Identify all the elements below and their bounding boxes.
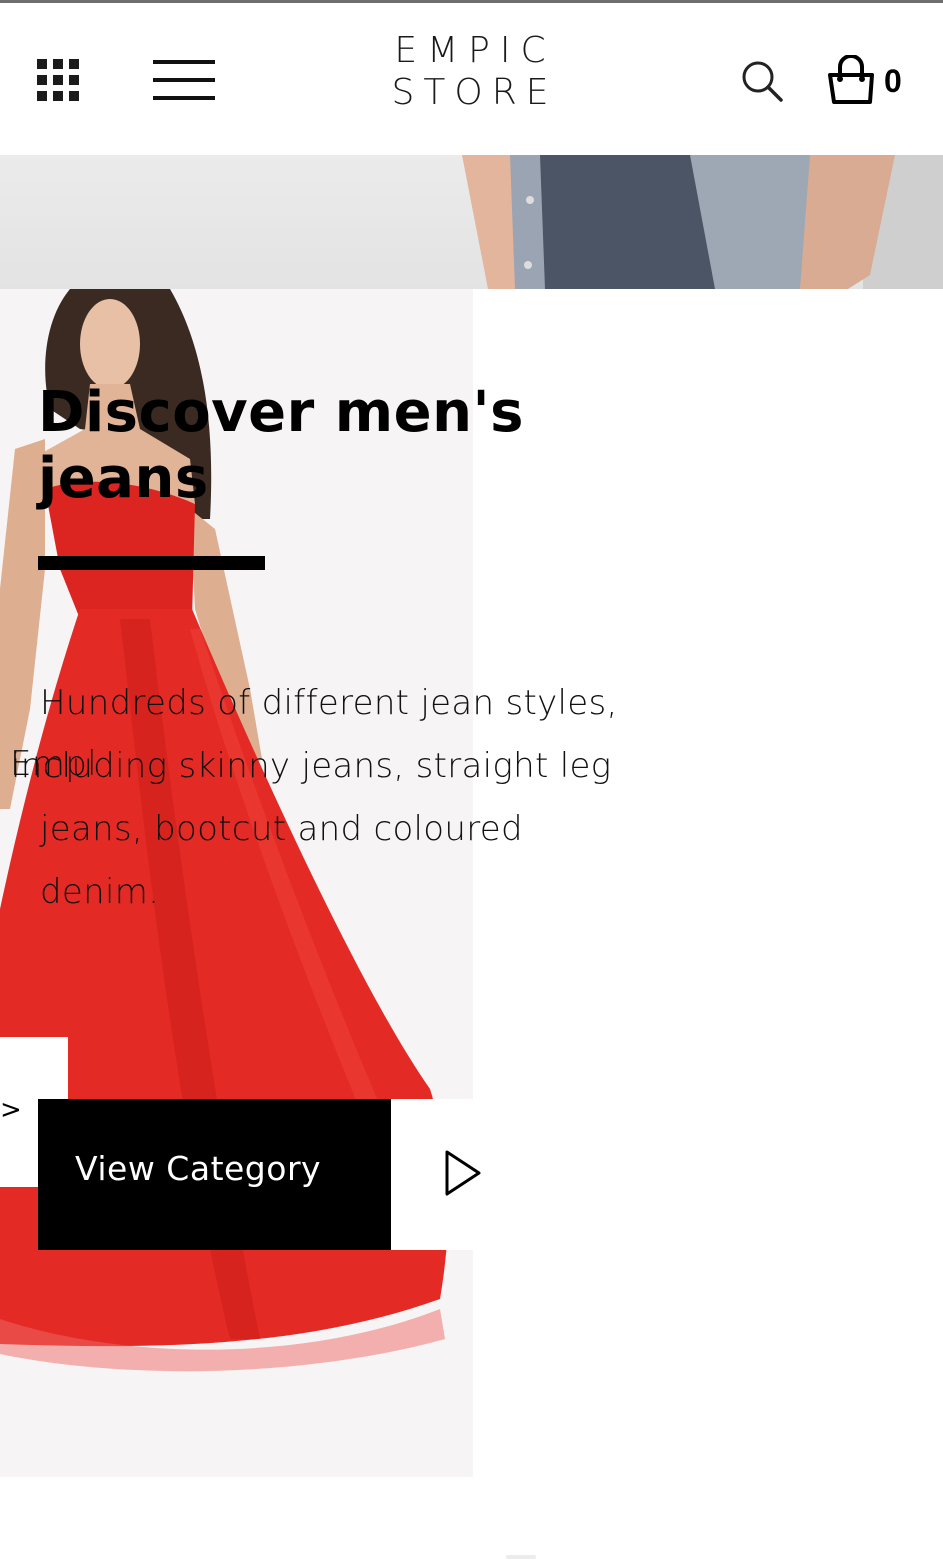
header: EMPIC STORE 0 xyxy=(0,3,943,155)
hero-description: Hundreds of different jean styles, inclu… xyxy=(11,672,640,924)
search-icon[interactable] xyxy=(740,59,784,103)
carousel-indicator[interactable] xyxy=(506,1555,536,1559)
description-line-1: Hundreds of different jean styles, xyxy=(40,683,618,723)
shopping-bag-icon[interactable] xyxy=(826,54,874,105)
description-line-4: denim. xyxy=(40,872,160,912)
view-category-button[interactable]: View Category xyxy=(38,1099,391,1250)
menu-icon[interactable] xyxy=(153,59,215,101)
headline-line-1: Discover men's xyxy=(38,380,524,445)
banner-image xyxy=(0,155,943,289)
next-arrow-button[interactable] xyxy=(391,1099,541,1250)
logo-line-1: EMPIC xyxy=(394,30,556,71)
description-line-2: including skinny jeans, straight leg xyxy=(11,746,612,786)
play-arrow-icon xyxy=(445,1150,481,1196)
man-torso-image xyxy=(462,155,895,289)
store-logo[interactable]: EMPIC STORE xyxy=(370,33,570,111)
description-line-3: jeans, bootcut and coloured xyxy=(40,809,523,849)
grid-icon[interactable] xyxy=(37,59,79,101)
chevron-right-icon: > xyxy=(0,1095,22,1125)
hero-headline: Discover men's jeans xyxy=(38,380,598,512)
overlapping-text: Empl xyxy=(10,744,97,784)
logo-line-2: STORE xyxy=(391,72,558,113)
headline-line-2: jeans xyxy=(38,446,209,511)
page: EMPIC STORE 0 Discover men's jeans Hundr… xyxy=(0,0,943,1565)
view-category-label: View Category xyxy=(75,1149,322,1188)
headline-underline xyxy=(38,556,265,570)
cart-count: 0 xyxy=(884,63,902,99)
